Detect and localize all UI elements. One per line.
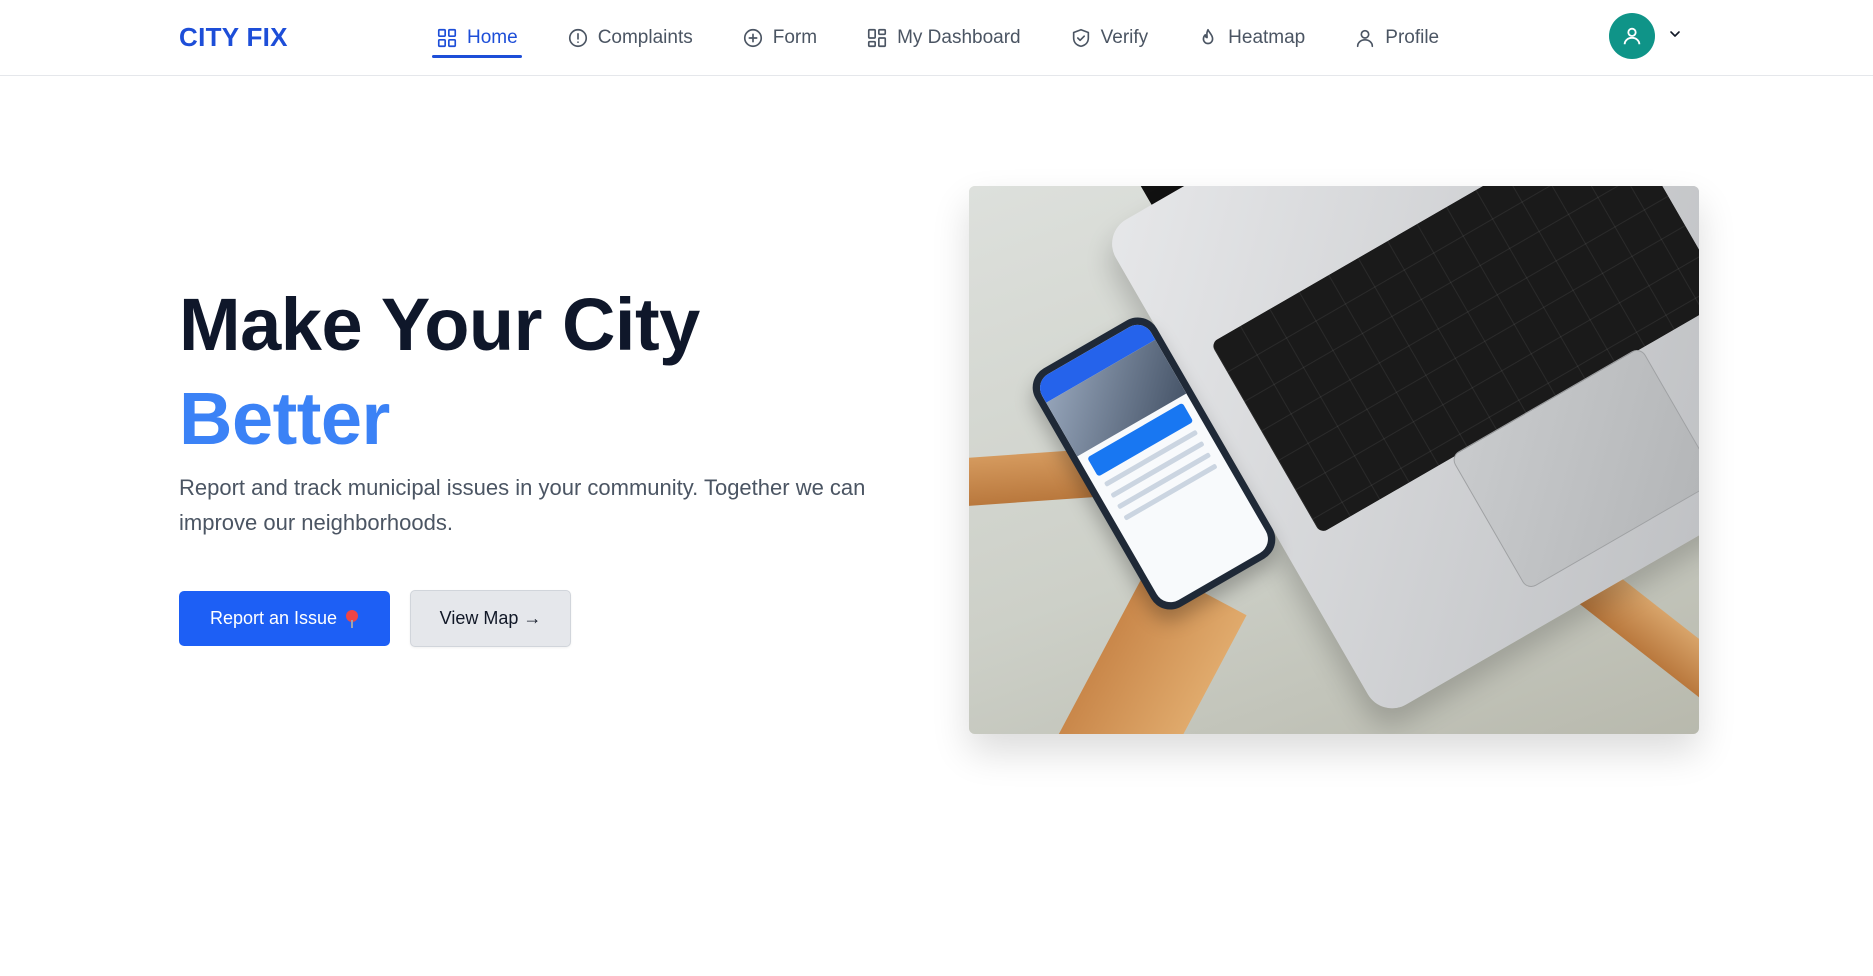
dashboard-icon: [867, 28, 887, 48]
flame-icon: [1202, 28, 1214, 45]
shield-check-icon: [1072, 28, 1089, 48]
report-issue-button[interactable]: Report an Issue: [179, 591, 390, 646]
hero-image: [969, 186, 1699, 734]
user-icon: [1357, 29, 1374, 48]
nav-item-profile[interactable]: Profile: [1354, 0, 1439, 76]
nav-item-heatmap[interactable]: Heatmap: [1197, 0, 1305, 76]
plus-circle-icon: [743, 28, 762, 48]
nav-item-form[interactable]: Form: [742, 0, 817, 76]
nav-item-label: Profile: [1385, 27, 1440, 48]
alert-circle-icon: [568, 28, 587, 48]
map-pin-icon: [345, 609, 359, 628]
nav-item-label: Verify: [1100, 27, 1149, 48]
hero-title-accent: Better: [179, 377, 390, 460]
nav-item-label: Complaints: [597, 27, 693, 48]
brand-logo[interactable]: CITY FIX: [179, 22, 288, 53]
top-navbar: CITY FIX Home Complaints Form My Dashboa…: [0, 0, 1873, 76]
nav-item-label: Form: [772, 27, 818, 48]
user-icon: [1623, 27, 1641, 45]
hero-subtitle: Report and track municipal issues in you…: [179, 475, 866, 535]
view-map-button[interactable]: View Map →: [410, 590, 571, 647]
nav-item-complaints[interactable]: Complaints: [567, 0, 693, 76]
hero-title: Make Your City Better: [179, 278, 700, 466]
nav-item-label: Heatmap: [1228, 27, 1306, 48]
hero-title-line1: Make Your City: [179, 283, 700, 366]
nav-item-label: Home: [467, 27, 518, 48]
grid-icon: [437, 28, 457, 48]
chevron-down-icon[interactable]: [1667, 26, 1683, 47]
nav-item-label: My Dashboard: [897, 27, 1021, 48]
main-menu: Home Complaints Form My Dashboard Verify…: [432, 0, 1439, 76]
nav-item-home[interactable]: Home: [432, 0, 522, 76]
nav-item-verify[interactable]: Verify: [1070, 0, 1149, 76]
report-issue-label: Report an Issue: [209, 608, 338, 628]
user-menu[interactable]: [1609, 13, 1683, 59]
nav-item-my-dashboard[interactable]: My Dashboard: [866, 0, 1021, 76]
avatar[interactable]: [1609, 13, 1655, 59]
